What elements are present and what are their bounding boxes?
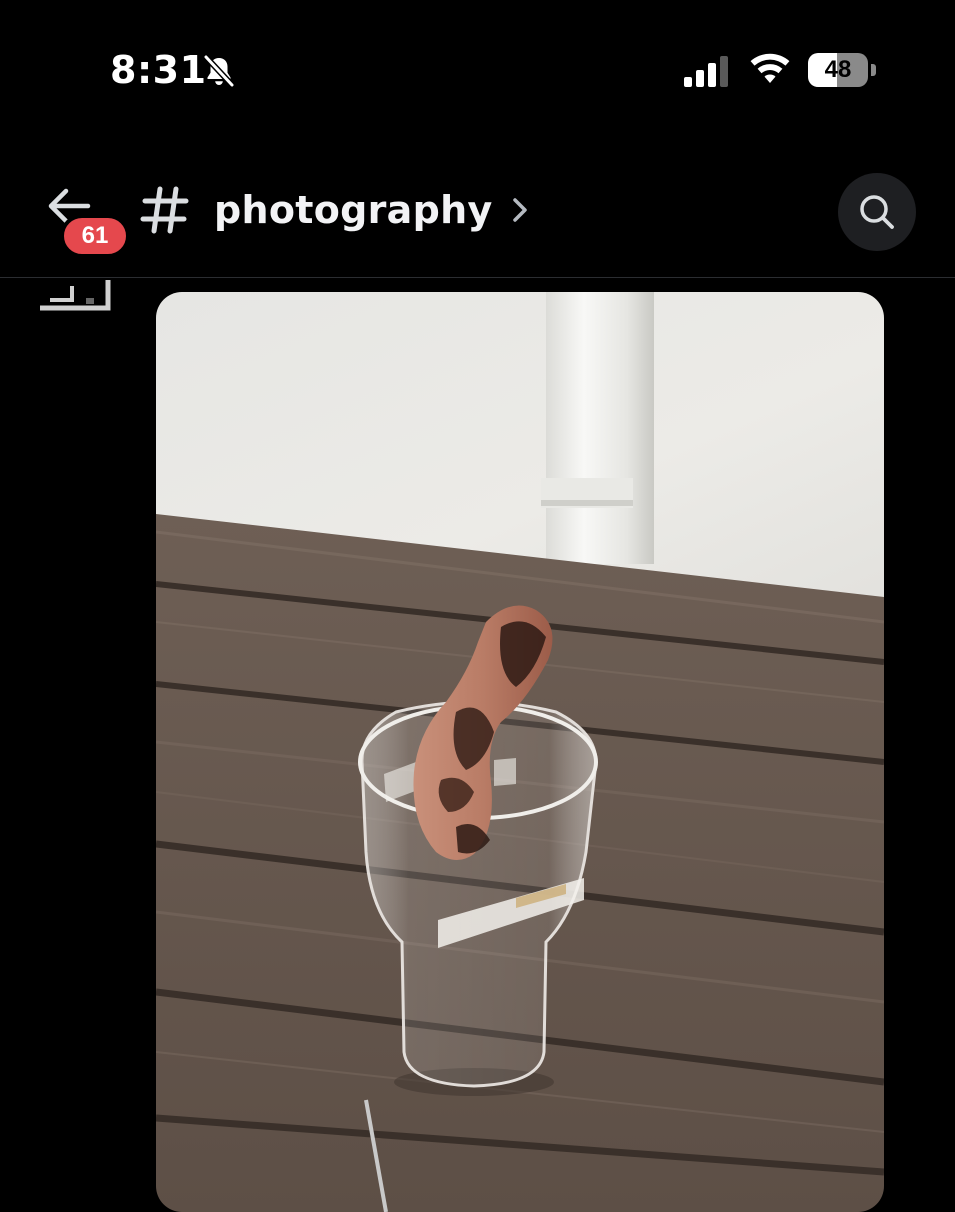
reply-connector-icon	[40, 280, 111, 311]
status-bar: 8:31 48	[0, 0, 955, 140]
battery-level: 48	[824, 56, 852, 83]
battery-cap	[871, 64, 876, 76]
signal-bar	[696, 70, 704, 87]
cellular-signal-icon	[684, 56, 728, 87]
sausage-on-glass-photo	[156, 292, 884, 1212]
header-divider	[0, 277, 955, 278]
wifi-icon	[750, 53, 790, 83]
battery-icon: 48	[808, 53, 868, 87]
hash-icon	[140, 186, 189, 234]
bell-slash-icon	[203, 54, 235, 88]
chevron-right-icon	[512, 198, 527, 222]
channel-name: photography	[214, 188, 493, 232]
search-button[interactable]	[838, 173, 916, 251]
search-icon	[860, 195, 894, 229]
unread-badge: 61	[60, 214, 130, 258]
channel-header: 61 photography	[0, 150, 955, 278]
photo-attachment[interactable]	[156, 292, 884, 1212]
status-time: 8:31	[110, 48, 207, 92]
signal-bar	[684, 77, 692, 87]
signal-bar	[720, 56, 728, 87]
channel-title[interactable]: photography	[140, 180, 531, 240]
signal-bar	[708, 63, 716, 87]
